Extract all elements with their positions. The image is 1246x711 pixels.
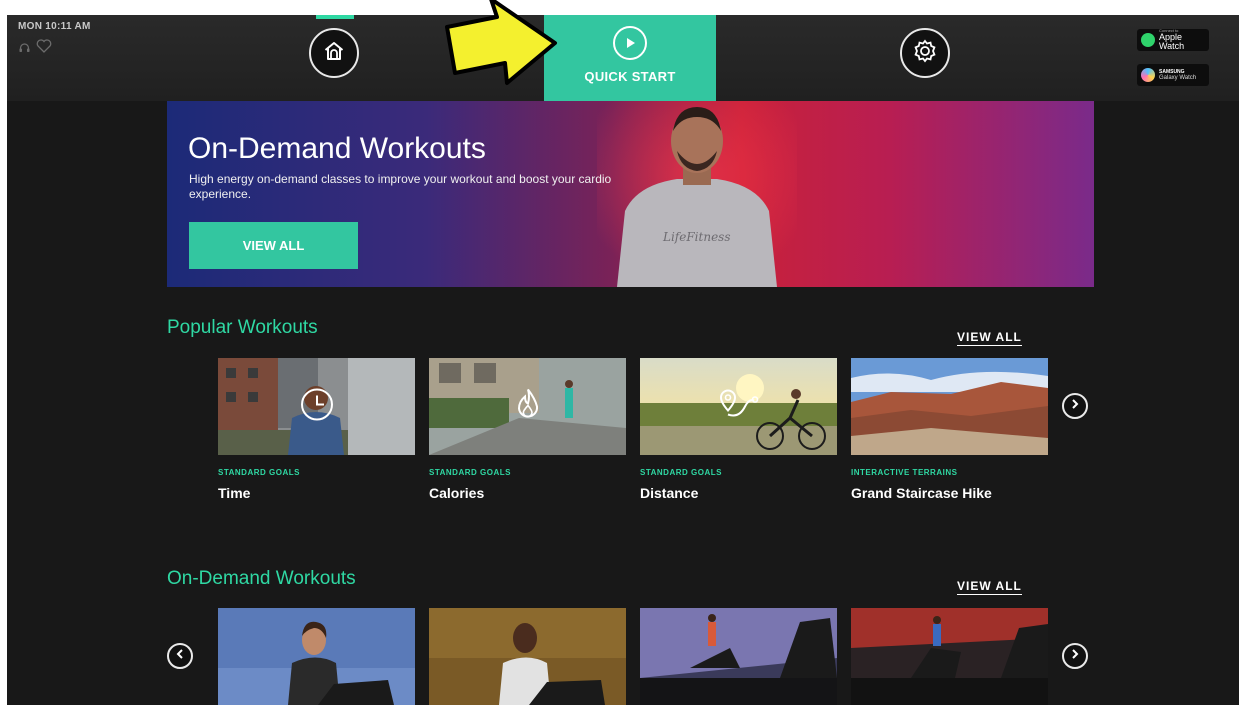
- ondemand-next-button[interactable]: [1062, 643, 1088, 669]
- ondemand-card[interactable]: [640, 608, 837, 705]
- hero-view-all-button[interactable]: VIEW ALL: [189, 222, 358, 269]
- quick-start-button[interactable]: QUICK START: [544, 15, 716, 101]
- card-tag: STANDARD GOALS: [218, 468, 300, 477]
- top-bar: MON 10:11 AM QUICK START Connect to Appl…: [7, 15, 1239, 101]
- card-tag: STANDARD GOALS: [640, 468, 722, 477]
- ondemand-workouts-title: On-Demand Workouts: [167, 568, 356, 589]
- ondemand-view-all-link[interactable]: VIEW ALL: [957, 579, 1022, 595]
- galaxy-watch-badge[interactable]: SAMSUNG Galaxy Watch: [1137, 64, 1209, 86]
- popular-view-all-link[interactable]: VIEW ALL: [957, 330, 1022, 346]
- calories-thumbnail: [429, 358, 626, 455]
- card-name: Time: [218, 485, 251, 501]
- ondemand-card[interactable]: [851, 608, 1048, 705]
- home-button[interactable]: [309, 28, 359, 78]
- card-tag: STANDARD GOALS: [429, 468, 511, 477]
- hero-description: High energy on-demand classes to improve…: [189, 172, 612, 201]
- ondemand-thumbnail: [218, 608, 415, 705]
- workout-card-grand-staircase-hike[interactable]: INTERACTIVE TERRAINS Grand Staircase Hik…: [851, 358, 1048, 501]
- shirt-logo: LifeFitness: [662, 230, 730, 244]
- apple-watch-badge[interactable]: Connect to Apple Watch: [1137, 29, 1209, 51]
- galaxy-watch-label: Galaxy Watch: [1159, 74, 1197, 81]
- quick-start-label: QUICK START: [584, 69, 676, 84]
- workout-card-calories[interactable]: STANDARD GOALS Calories: [429, 358, 626, 501]
- workout-card-distance[interactable]: STANDARD GOALS Distance: [640, 358, 837, 501]
- card-name: Calories: [429, 485, 485, 501]
- distance-thumbnail: [640, 358, 837, 455]
- headphones-icon: [19, 40, 30, 58]
- chevron-right-icon: [1070, 647, 1080, 665]
- galaxy-watch-icon: [1141, 68, 1155, 82]
- route-icon: [719, 388, 759, 425]
- card-tag: INTERACTIVE TERRAINS: [851, 468, 958, 477]
- hero-banner: LifeFitness On-Demand Workouts High ener…: [167, 101, 1094, 287]
- status-icons: [19, 39, 52, 58]
- heart-rate-icon: [36, 39, 52, 58]
- home-icon: [322, 39, 346, 68]
- grand-staircase-thumbnail: [851, 358, 1048, 455]
- ondemand-thumbnail: [851, 608, 1048, 705]
- ondemand-card[interactable]: [429, 608, 626, 705]
- ondemand-card[interactable]: [218, 608, 415, 705]
- gear-icon: [912, 38, 938, 69]
- play-icon: [613, 26, 647, 60]
- home-active-indicator: [316, 15, 354, 19]
- card-name: Distance: [640, 485, 699, 501]
- chevron-left-icon: [175, 647, 185, 665]
- annotation-arrow: [445, 0, 557, 85]
- ondemand-prev-button[interactable]: [167, 643, 193, 669]
- popular-next-button[interactable]: [1062, 393, 1088, 419]
- flame-icon: [513, 386, 543, 427]
- app-screen: MON 10:11 AM QUICK START Connect to Appl…: [7, 15, 1239, 705]
- workout-card-time[interactable]: STANDARD GOALS Time: [218, 358, 415, 501]
- clock: MON 10:11 AM: [18, 21, 91, 32]
- apple-watch-icon: [1141, 33, 1155, 47]
- popular-workouts-title: Popular Workouts: [167, 317, 318, 338]
- chevron-right-icon: [1070, 397, 1080, 415]
- ondemand-thumbnail: [640, 608, 837, 705]
- apple-watch-label: Apple Watch: [1159, 32, 1185, 51]
- settings-button[interactable]: [900, 28, 950, 78]
- card-name: Grand Staircase Hike: [851, 485, 992, 501]
- hero-title: On-Demand Workouts: [188, 132, 486, 165]
- ondemand-thumbnail: [429, 608, 626, 705]
- time-thumbnail: [218, 358, 415, 455]
- clock-icon: [299, 386, 335, 427]
